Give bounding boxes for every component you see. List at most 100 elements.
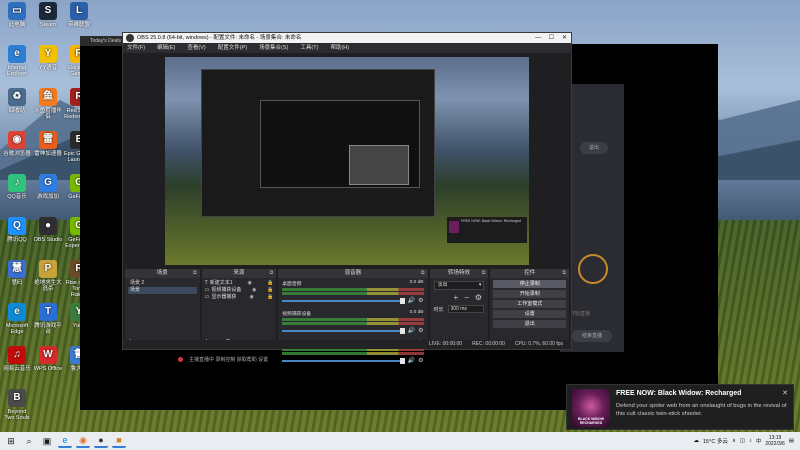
volume-slider[interactable]	[282, 327, 405, 334]
desktop-icon[interactable]: ● OBS Studio	[33, 217, 63, 243]
control-button[interactable]: 开始录制	[493, 290, 566, 298]
desktop-icon[interactable]: W WPS Office	[33, 346, 63, 372]
dock-undock-icon[interactable]: ⧉	[562, 269, 566, 278]
desktop-icon[interactable]: ♪ QQ音乐	[2, 174, 32, 200]
volume-slider[interactable]	[282, 297, 405, 304]
control-button[interactable]: 停止录制	[493, 280, 566, 288]
gear-icon[interactable]: ⚙	[418, 327, 423, 334]
volume-icon[interactable]: ♪	[749, 438, 752, 444]
lock-icon[interactable]: 🔒	[267, 287, 273, 294]
browser-tab[interactable]: Today's Deals	[80, 36, 124, 46]
desktop-icon[interactable]: S Steam	[33, 2, 63, 28]
close-icon[interactable]: ✕	[782, 389, 788, 397]
obs-menubar: 文件(F) 编辑(E) 查看(V) 配置文件(P) 场景集合(S) 工具(T) 帮助(H)	[123, 43, 571, 53]
desktop-icon[interactable]: ♻ 回收站	[2, 88, 32, 114]
volume-slider-knob[interactable]	[399, 297, 405, 304]
dock-undock-icon[interactable]: ⧉	[421, 269, 425, 278]
weather-text[interactable]: 15°C 多云	[703, 437, 728, 445]
obs-preview[interactable]: FREE NOW: Black Widow: Recharged	[165, 57, 529, 265]
speaker-icon[interactable]: 🔊	[408, 327, 415, 334]
desktop-icon[interactable]: L 英雄联盟	[64, 2, 94, 28]
chevron-up-icon[interactable]: ∧	[732, 438, 736, 444]
desktop-icon[interactable]: ▭ 此电脑	[2, 2, 32, 28]
windows-start-icon[interactable]: ⊞	[4, 434, 18, 448]
desktop-icon[interactable]: B Beyond Two Souls	[2, 389, 32, 421]
desktop-icon-label: 此电脑	[8, 22, 26, 28]
control-button[interactable]: 退出	[493, 320, 566, 328]
add-icon[interactable]: +	[454, 293, 459, 302]
clock[interactable]: 13:19 2022/3/6	[765, 435, 784, 447]
mixer-channel-header: 视频捕获设备 0.0 dB	[282, 310, 423, 317]
menu-item[interactable]: 工具(T)	[300, 43, 318, 53]
dock-undock-icon[interactable]: ⧉	[193, 269, 197, 278]
desktop-icon[interactable]: e Microsoft Edge	[2, 303, 32, 335]
desktop-icon[interactable]: G 游戏加加	[33, 174, 63, 200]
eye-icon[interactable]: ◉	[252, 287, 256, 294]
volume-slider-knob[interactable]	[399, 327, 405, 334]
desktop-icon[interactable]: ◉ 谷歌浏览器	[2, 131, 32, 157]
menu-item[interactable]: 查看(V)	[187, 43, 205, 53]
transition-select[interactable]: 淡出 ▾	[433, 281, 485, 290]
dock-undock-icon[interactable]: ⧉	[482, 269, 486, 278]
menu-item[interactable]: 配置文件(P)	[218, 43, 247, 53]
menu-item[interactable]: 编辑(E)	[157, 43, 175, 53]
network-icon[interactable]: ◫	[740, 438, 745, 444]
desktop-icon[interactable]: T 腾讯游戏平台	[33, 303, 63, 335]
desktop-icon-label: Microsoft Edge	[5, 323, 29, 335]
desktop-icon[interactable]: Q 腾讯QQ	[2, 217, 32, 243]
close-icon[interactable]: ✕	[562, 33, 567, 43]
task-view-icon[interactable]: ▣	[40, 434, 54, 448]
menu-item[interactable]: 文件(F)	[127, 43, 145, 53]
duration-row: 时长 300 ms	[434, 305, 485, 313]
exit-button[interactable]: 退出	[580, 142, 608, 154]
lock-icon[interactable]: 🔒	[267, 280, 273, 287]
menu-item[interactable]: 帮助(H)	[330, 43, 349, 53]
scenes-dock-title: 场景	[156, 270, 168, 276]
ime-indicator[interactable]: 中	[756, 437, 762, 445]
source-item[interactable]: ▭ 视频捕获设备 ◉ 🔒	[205, 287, 274, 294]
desktop-icon[interactable]: 鱼斗鱼直播伴侣	[33, 88, 63, 120]
desktop-icon[interactable]: e Internet Explorer	[2, 45, 32, 77]
app-icon: P	[39, 260, 57, 278]
clock-date: 2022/3/6	[765, 441, 785, 447]
desktop-icon[interactable]: Y YY语音	[33, 45, 63, 71]
scene-item[interactable]: 场景	[128, 287, 197, 294]
obs-taskbar-icon[interactable]: ●	[94, 434, 108, 448]
desktop-icon-label: QQ音乐	[7, 194, 27, 200]
gear-icon[interactable]: ⚙	[418, 297, 423, 304]
source-item[interactable]: ▭ 显示器捕获 ◉ 🔒	[205, 294, 274, 301]
notification-center-icon[interactable]: ▤	[789, 438, 794, 444]
edge-taskbar-icon[interactable]: e	[58, 434, 72, 448]
notification-toast[interactable]: BLACK WIDOW RECHARGED FREE NOW: Black Wi…	[566, 384, 794, 430]
desktop-icon[interactable]: ♫ 网易云音乐	[2, 346, 32, 372]
source-type-icon: ▭	[204, 287, 210, 293]
dock-undock-icon[interactable]: ⧉	[270, 269, 274, 278]
stream-app-taskbar-icon[interactable]: ■	[112, 434, 126, 448]
speaker-icon[interactable]: 🔊	[408, 297, 415, 304]
source-type-icon: ▭	[204, 294, 210, 300]
firefox-taskbar-icon[interactable]: ◉	[76, 434, 90, 448]
control-button[interactable]: 设置	[493, 310, 566, 318]
volume-fader: 🔊 ⚙	[282, 297, 424, 304]
gear-icon[interactable]: ⚙	[475, 293, 482, 302]
control-button[interactable]: 工作室模式	[493, 300, 566, 308]
desktop-icon[interactable]: 慧慧码	[2, 260, 32, 286]
desktop-icon-label: 网易云音乐	[3, 366, 31, 372]
scenes-dock: 场景 ⧉ 场景 2场景 + − ∧ ∨	[125, 269, 200, 349]
eye-icon[interactable]: ◉	[248, 280, 252, 287]
menu-item[interactable]: 场景集合(S)	[259, 43, 288, 53]
source-item[interactable]: T 新建文本1 ◉ 🔒	[205, 280, 274, 287]
minimize-icon[interactable]: —	[535, 33, 541, 43]
maximize-icon[interactable]: ☐	[549, 33, 554, 43]
end-live-button[interactable]: 结束直播	[572, 330, 612, 342]
remove-icon[interactable]: −	[464, 293, 469, 302]
desktop-icon[interactable]: 雷雷神加速器	[33, 131, 63, 157]
desktop-icon-label: Beyond Two Souls	[4, 409, 30, 421]
desktop-icon[interactable]: P 绝地求生大逃杀	[33, 260, 63, 292]
duration-input[interactable]: 300 ms	[447, 305, 484, 313]
eye-icon[interactable]: ◉	[250, 294, 254, 301]
lock-icon[interactable]: 🔒	[267, 294, 273, 301]
search-icon[interactable]: ⌕	[22, 434, 36, 448]
status-item: CPU: 0.7%, 60.00 fps	[514, 341, 563, 347]
scene-item[interactable]: 场景 2	[128, 280, 197, 287]
